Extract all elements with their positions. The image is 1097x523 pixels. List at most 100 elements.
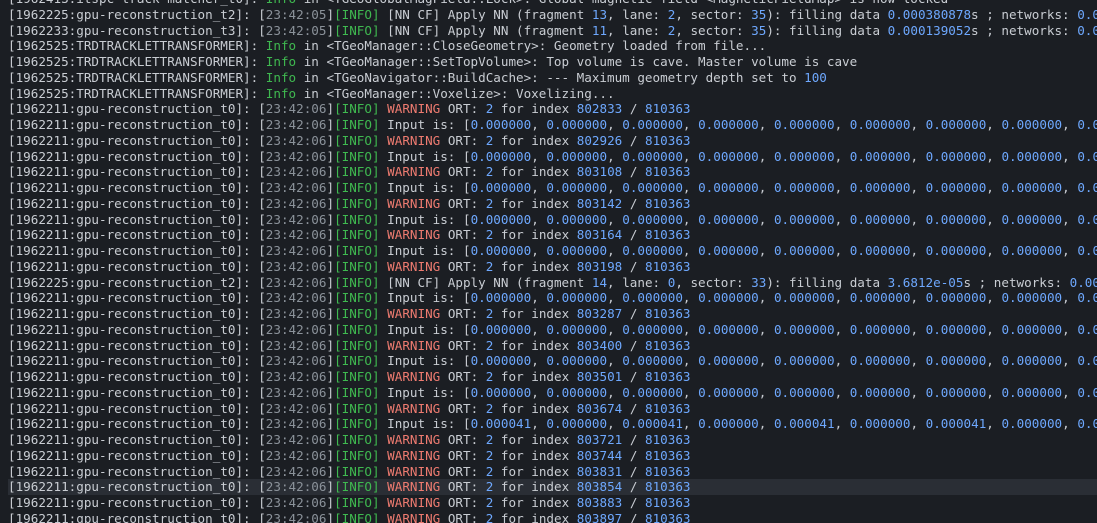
log-segment: , (834, 416, 850, 432)
log-segment: , (607, 321, 623, 337)
log-segment: 0.000000 (546, 117, 608, 132)
log-segment: ORT: (440, 495, 486, 510)
log-segment: / (622, 337, 645, 353)
log-segment: Input is: [ (379, 117, 471, 132)
log-segment: ] (326, 148, 335, 164)
log-segment: [INFO] (334, 22, 380, 38)
log-segment: 23:42:06 (265, 164, 327, 180)
log-segment: 0.000000 (470, 353, 532, 369)
log-segment: 803400 (576, 337, 623, 353)
log-segment: 0.000380878 (887, 6, 972, 22)
log-segment: 0.000041 (622, 416, 683, 432)
log-line: [1962211:gpu-reconstruction_t0]: [23:42:… (8, 259, 1097, 275)
log-segment: , sector: (675, 6, 752, 22)
log-segment: , (834, 243, 850, 258)
log-segment: , (910, 148, 926, 164)
log-line: [1962211:gpu-reconstruction_t0]: [23:42:… (8, 290, 1097, 306)
log-segment: for index (493, 510, 577, 523)
log-line: [1962525:TRDTRACKLETTRANSFORMER]: Info i… (8, 86, 1097, 102)
log-segment: WARNING (387, 132, 441, 148)
log-segment: , sector: (675, 22, 752, 38)
log-segment: , (682, 180, 699, 195)
log-segment: [INFO] (334, 148, 380, 164)
log-segment: [1962211:gpu-reconstruction_t0]: [ (8, 510, 266, 523)
log-segment: / (622, 447, 645, 463)
log-segment: 0.000000 (1001, 117, 1063, 132)
log-segment: , (986, 353, 1002, 369)
log-segment: , (1062, 243, 1078, 258)
log-segment: ORT: (440, 510, 486, 523)
log-segment: , (682, 321, 699, 337)
log-segment: , (531, 353, 547, 369)
log-line: [1962211:gpu-reconstruction_t0]: [23:42:… (8, 479, 1097, 495)
log-segment: [1962525:TRDTRACKLETTRANSFORMER]: (8, 85, 266, 101)
log-segment: , (758, 321, 774, 337)
log-segment: s ; networks: (963, 274, 1070, 290)
log-segment: [1962413:itspc-track-matcher_t0]: (8, 0, 266, 6)
log-segment: ORT: (440, 400, 486, 416)
log-segment: ] (326, 495, 335, 510)
log-segment: 0.000000 (546, 416, 608, 432)
log-segment: Info (265, 38, 297, 54)
log-segment: 23:42:06 (265, 117, 327, 132)
log-segment: ] (326, 117, 335, 132)
log-segment: [NN CF] Apply NN (fragment (379, 22, 592, 38)
log-segment: 0.000000 (698, 290, 759, 306)
log-segment: 0.000000 (1077, 321, 1097, 337)
log-line: [1962211:gpu-reconstruction_t0]: [23:42:… (8, 385, 1097, 401)
log-segment: , (758, 117, 774, 132)
log-segment: [INFO] (334, 117, 380, 132)
log-segment: 0.000041 (925, 416, 987, 432)
log-segment: 0.000000 (925, 353, 987, 369)
log-segment: , (986, 117, 1002, 132)
log-segment: [1962233:gpu-reconstruction_t3]: [ (8, 22, 266, 38)
log-line: [1962233:gpu-reconstruction_t3]: [23:42:… (8, 23, 1097, 39)
terminal-window[interactable]: [1962413:itspc-track-matcher_t0]: Info i… (0, 0, 1097, 523)
log-segment: 810363 (644, 432, 691, 447)
log-segment: 0.000000 (849, 148, 911, 164)
log-segment: 0.000000 (773, 117, 835, 132)
log-segment: 0.000041 (470, 416, 532, 432)
log-segment: , (1062, 321, 1078, 337)
log-segment: 0.00987021 (1077, 6, 1097, 22)
log-segment: / (622, 369, 645, 384)
log-segment: , (607, 243, 623, 258)
log-segment: WARNING (387, 101, 441, 117)
log-segment: 23:42:06 (265, 495, 327, 510)
log-segment: 23:42:06 (265, 180, 327, 195)
log-segment: , (607, 416, 623, 432)
log-segment: for index (493, 432, 577, 447)
log-segment: [1962211:gpu-reconstruction_t0]: [ (8, 180, 266, 195)
log-segment: 803674 (576, 400, 623, 416)
log-segment: , (682, 290, 699, 306)
log-segment: , (531, 321, 547, 337)
log-segment: [1962211:gpu-reconstruction_t0]: [ (8, 416, 266, 432)
log-segment: / (622, 132, 645, 148)
log-segment: 0.000000 (1077, 180, 1097, 195)
log-segment: [1962211:gpu-reconstruction_t0]: [ (8, 400, 266, 416)
log-line: [1962211:gpu-reconstruction_t0]: [23:42:… (8, 212, 1097, 228)
log-line: [1962211:gpu-reconstruction_t0]: [23:42:… (8, 117, 1097, 133)
log-segment: ] (326, 290, 335, 306)
log-line: [1962211:gpu-reconstruction_t0]: [23:42:… (8, 416, 1097, 432)
log-segment: 0.000041 (773, 416, 835, 432)
log-segment: 0.000000 (546, 180, 608, 195)
log-segment: ] (326, 243, 335, 258)
log-segment: ] (326, 432, 335, 447)
log-segment: Input is: [ (379, 384, 471, 400)
log-segment: 0.00647593 (1077, 22, 1097, 38)
log-segment: , (607, 290, 623, 306)
log-segment: , (834, 353, 850, 369)
log-segment: 0.000000 (622, 211, 683, 227)
log-segment: 23:42:06 (265, 432, 327, 447)
log-segment: / (622, 479, 645, 495)
log-segment: , (531, 416, 547, 432)
log-line: [1962211:gpu-reconstruction_t0]: [23:42:… (8, 149, 1097, 165)
log-line: [1962211:gpu-reconstruction_t0]: [23:42:… (8, 133, 1097, 149)
log-segment: , (910, 180, 926, 195)
log-segment: 0.000000 (698, 321, 759, 337)
log-line: [1962211:gpu-reconstruction_t0]: [23:42:… (8, 432, 1097, 448)
log-segment: Input is: [ (379, 321, 471, 337)
log-segment: WARNING (387, 306, 441, 321)
log-segment: 0.000000 (925, 290, 987, 306)
